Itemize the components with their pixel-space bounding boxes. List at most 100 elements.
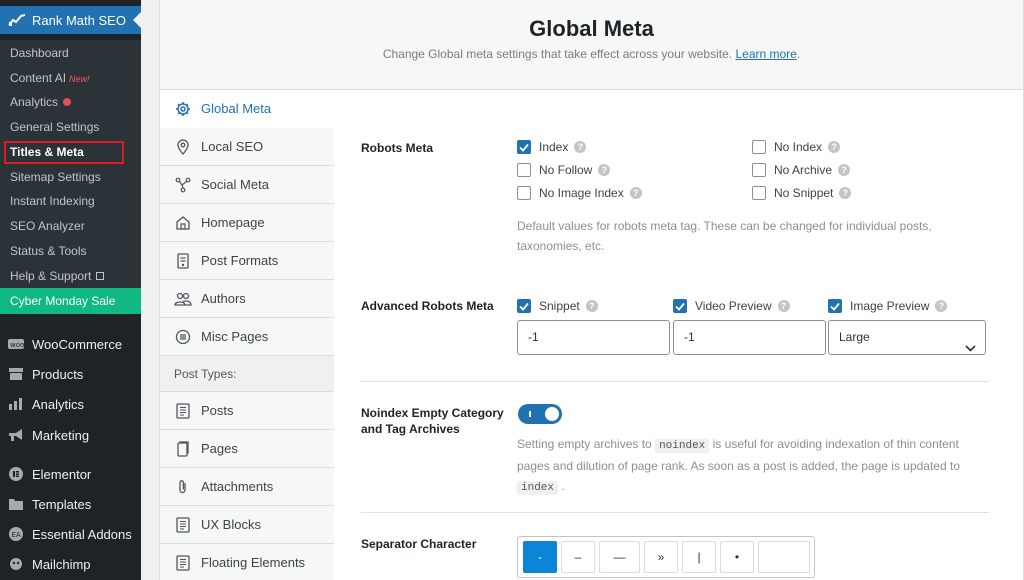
snippet-input[interactable]: -1: [517, 320, 670, 355]
nav-homepage-label: Homepage: [201, 215, 265, 230]
submenu-content-ai[interactable]: Content AI New!: [10, 68, 90, 88]
menu-products[interactable]: Products: [0, 360, 141, 388]
video-preview-label: Video Preview: [695, 299, 772, 313]
help-icon[interactable]: ?: [828, 141, 841, 153]
checkbox-checked-icon: [517, 299, 531, 313]
menu-marketing-label: Marketing: [32, 427, 90, 443]
submenu-help-support[interactable]: Help & Support: [10, 266, 105, 286]
nav-pages[interactable]: Pages: [160, 430, 335, 468]
nav-posts-label: Posts: [201, 403, 234, 418]
robots-noindex-checkbox[interactable]: No Index ?: [752, 140, 841, 154]
robots-meta-label: Robots Meta: [361, 141, 433, 155]
advanced-robots-label: Advanced Robots Meta: [361, 299, 494, 313]
nav-social-meta[interactable]: Social Meta: [160, 166, 335, 204]
menu-essential-addons[interactable]: EA Essential Addons: [0, 520, 141, 548]
list-icon: [174, 328, 192, 346]
woo-icon: woo: [8, 337, 24, 351]
video-preview-checkbox[interactable]: Video Preview ?: [673, 299, 790, 313]
submenu-seo-analyzer[interactable]: SEO Analyzer: [10, 216, 85, 236]
separator-option-bullet[interactable]: •: [720, 541, 754, 573]
separator-option-raquo[interactable]: »: [644, 541, 678, 573]
submenu-status-tools[interactable]: Status & Tools: [10, 241, 87, 261]
nav-global-meta[interactable]: Global Meta: [160, 90, 337, 128]
elementor-icon: [8, 467, 24, 481]
snippet-checkbox[interactable]: Snippet ?: [517, 299, 598, 313]
robots-meta-description: Default values for robots meta tag. Thes…: [517, 216, 967, 256]
robots-nofollow-checkbox[interactable]: No Follow ?: [517, 163, 611, 177]
nav-authors[interactable]: Authors: [160, 280, 335, 318]
learn-more-link[interactable]: Learn more: [735, 47, 796, 61]
submenu-help-label: Help & Support: [10, 269, 92, 283]
nav-post-formats[interactable]: Post Formats: [160, 242, 335, 280]
robots-noimageindex-checkbox[interactable]: No Image Index ?: [517, 186, 642, 200]
submenu-sitemap-settings[interactable]: Sitemap Settings: [10, 167, 101, 187]
main-content: Global Meta Change Global meta settings …: [141, 0, 1024, 580]
nav-floating-elements[interactable]: Floating Elements: [160, 544, 335, 580]
nav-attachments[interactable]: Attachments: [160, 468, 335, 506]
section-divider: [361, 512, 989, 513]
help-icon[interactable]: ?: [585, 300, 598, 312]
menu-products-label: Products: [32, 366, 84, 382]
help-icon[interactable]: ?: [777, 300, 790, 312]
external-link-icon: [96, 272, 105, 280]
noindex-desc-line2: pages and dilution of page rank. As soon…: [517, 459, 960, 473]
settings-nav: Global Meta Local SEO Social Meta Homepa…: [159, 90, 337, 580]
new-badge: New!: [69, 74, 90, 84]
submenu-titles-meta[interactable]: Titles & Meta: [10, 142, 84, 162]
video-preview-input[interactable]: -1: [673, 320, 826, 355]
menu-templates[interactable]: Templates: [0, 490, 141, 518]
post-types-heading: Post Types:: [160, 356, 335, 392]
checkbox-icon: [752, 140, 766, 154]
robots-nofollow-label: No Follow: [539, 163, 593, 177]
noindex-empty-description: Setting empty archives to noindex is use…: [517, 434, 997, 498]
menu-mailchimp[interactable]: Mailchimp: [0, 550, 141, 578]
archive-icon: [8, 367, 24, 381]
image-preview-value: Large: [839, 330, 870, 344]
ea-icon: EA: [8, 527, 24, 541]
menu-marketing[interactable]: Marketing: [0, 421, 141, 449]
nav-homepage[interactable]: Homepage: [160, 204, 335, 242]
submenu-analytics-label: Analytics: [10, 95, 59, 109]
separator-custom-input[interactable]: [758, 541, 810, 573]
robots-desc-line1: Default values for robots meta tag. Thes…: [517, 219, 932, 233]
submenu-general-settings[interactable]: General Settings: [10, 117, 99, 137]
cyber-monday-sale-link[interactable]: Cyber Monday Sale: [0, 288, 141, 314]
robots-noarchive-checkbox[interactable]: No Archive ?: [752, 163, 851, 177]
image-preview-select[interactable]: Large: [828, 320, 986, 355]
nav-ux-blocks[interactable]: UX Blocks: [160, 506, 335, 544]
robots-nosnippet-checkbox[interactable]: No Snippet ?: [752, 186, 852, 200]
robots-index-checkbox[interactable]: Index ?: [517, 140, 587, 154]
help-icon[interactable]: ?: [935, 300, 948, 312]
submenu-instant-indexing[interactable]: Instant Indexing: [10, 191, 95, 211]
nav-misc-pages[interactable]: Misc Pages: [160, 318, 335, 356]
page-description: Change Global meta settings that take ef…: [160, 47, 1023, 61]
noindex-empty-toggle[interactable]: [518, 404, 562, 424]
help-icon[interactable]: ?: [629, 187, 642, 199]
menu-elementor[interactable]: Elementor: [0, 460, 141, 488]
chevron-down-icon: [965, 332, 976, 365]
bar-chart-icon: [8, 397, 24, 411]
settings-panel: Robots Meta Index ? No Index ? No Follow…: [334, 90, 1024, 580]
separator-option-pipe[interactable]: |: [682, 541, 716, 573]
nav-posts[interactable]: Posts: [160, 392, 335, 430]
nav-local-seo[interactable]: Local SEO: [160, 128, 335, 166]
rank-math-menu[interactable]: Rank Math SEO: [0, 6, 141, 34]
separator-option-em-dash[interactable]: —: [599, 541, 640, 573]
nav-attachments-label: Attachments: [201, 479, 274, 494]
separator-option-hyphen[interactable]: -: [523, 541, 557, 573]
nav-post-formats-label: Post Formats: [201, 253, 279, 268]
menu-analytics[interactable]: Analytics: [0, 390, 141, 418]
help-icon[interactable]: ?: [574, 141, 587, 153]
users-icon: [174, 290, 192, 308]
separator-option-en-dash[interactable]: –: [561, 541, 595, 573]
help-icon[interactable]: ?: [839, 187, 852, 199]
image-preview-checkbox[interactable]: Image Preview ?: [828, 299, 948, 313]
help-icon[interactable]: ?: [838, 164, 851, 176]
help-icon[interactable]: ?: [598, 164, 611, 176]
checkbox-icon: [517, 186, 531, 200]
menu-essential-addons-label: Essential Addons: [32, 526, 132, 542]
submenu-analytics[interactable]: Analytics: [10, 92, 72, 112]
submenu-dashboard[interactable]: Dashboard: [10, 43, 69, 63]
menu-woocommerce[interactable]: woo WooCommerce: [0, 330, 141, 358]
notification-dot-icon: [63, 98, 72, 106]
